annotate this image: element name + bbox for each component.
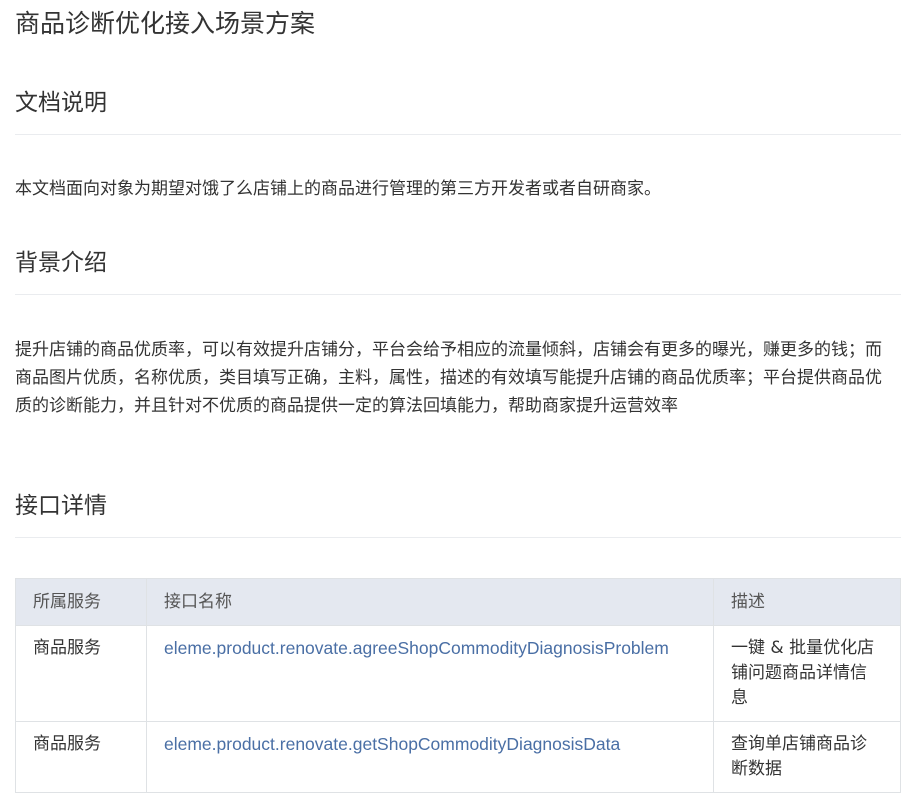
table-row: 商品服务 eleme.product.renovate.getShopCommo…: [15, 721, 901, 793]
document-page: 商品诊断优化接入场景方案 文档说明 本文档面向对象为期望对饿了么店铺上的商品进行…: [0, 0, 905, 794]
header-api-name: 接口名称: [146, 578, 714, 626]
cell-api-name: eleme.product.renovate.agreeShopCommodit…: [146, 625, 714, 722]
cell-description: 一键 & 批量优化店铺问题商品详情信息: [713, 625, 901, 722]
cell-description: 查询单店铺商品诊断数据: [713, 721, 901, 793]
section-heading-api-details: 接口详情: [15, 489, 901, 538]
api-link[interactable]: eleme.product.renovate.agreeShopCommodit…: [164, 638, 669, 658]
api-link[interactable]: eleme.product.renovate.getShopCommodityD…: [164, 734, 620, 754]
doc-intro-text: 本文档面向对象为期望对饿了么店铺上的商品进行管理的第三方开发者或者自研商家。: [15, 179, 661, 199]
cell-service: 商品服务: [15, 721, 147, 793]
api-table: 所属服务 接口名称 描述 商品服务 eleme.product.renovate…: [15, 578, 901, 793]
section-heading-doc-intro: 文档说明: [15, 86, 901, 135]
table-row: 商品服务 eleme.product.renovate.agreeShopCom…: [15, 625, 901, 722]
page-title: 商品诊断优化接入场景方案: [15, 9, 316, 38]
section-heading-background: 背景介绍: [15, 246, 901, 295]
header-description: 描述: [713, 578, 901, 626]
cell-service: 商品服务: [15, 625, 147, 722]
table-header-row: 所属服务 接口名称 描述: [15, 578, 901, 626]
cell-api-name: eleme.product.renovate.getShopCommodityD…: [146, 721, 714, 793]
background-text: 提升店铺的商品优质率，可以有效提升店铺分，平台会给予相应的流量倾斜，店铺会有更多…: [15, 340, 882, 416]
header-service: 所属服务: [15, 578, 147, 626]
